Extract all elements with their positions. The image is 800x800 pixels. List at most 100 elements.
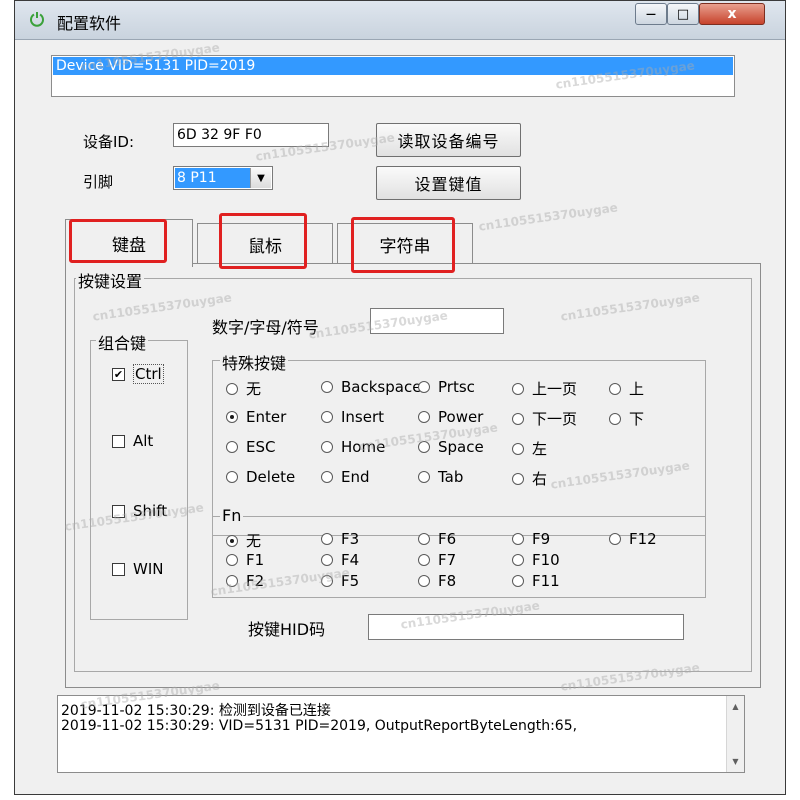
radio-insert[interactable]: Insert (321, 408, 384, 426)
radio-down[interactable]: 下 (609, 408, 644, 429)
checkbox-box (112, 434, 125, 448)
checkbox-ctrl[interactable]: ✔ Ctrl (112, 364, 164, 384)
checkbox-shift[interactable]: Shift (112, 502, 167, 520)
radio-fn-none[interactable]: 无 (226, 530, 261, 551)
log-line: 2019-11-02 15:30:29: 检测到设备已连接 (61, 703, 331, 719)
special-keys-label: 特殊按键 (220, 350, 289, 374)
radio-f6-label: F6 (438, 530, 457, 548)
read-device-button[interactable]: 读取设备编号 (376, 123, 521, 157)
radio-enter[interactable]: Enter (226, 408, 286, 426)
radio-circle (418, 554, 430, 566)
radio-delete[interactable]: Delete (226, 468, 295, 486)
radio-power-label: Power (438, 408, 484, 426)
radio-enter-label: Enter (246, 408, 287, 426)
radio-f1[interactable]: F1 (226, 551, 264, 569)
minimize-button[interactable]: — (635, 3, 667, 25)
radio-f4[interactable]: F4 (321, 551, 359, 569)
radio-esc[interactable]: ESC (226, 438, 275, 456)
radio-backspace[interactable]: Backspace (321, 378, 421, 396)
radio-f8[interactable]: F8 (418, 572, 456, 590)
radio-circle (226, 471, 238, 483)
device-list-item[interactable]: Device VID=5131 PID=2019 (53, 57, 733, 75)
checkbox-box (112, 504, 125, 518)
radio-f11[interactable]: F11 (512, 572, 560, 590)
radio-f10[interactable]: F10 (512, 551, 560, 569)
radio-circle (418, 533, 430, 545)
radio-circle (226, 382, 238, 395)
radio-circle (226, 575, 238, 587)
radio-end[interactable]: End (321, 468, 370, 486)
radio-esc-label: ESC (246, 438, 276, 456)
hid-code-input[interactable] (368, 614, 684, 640)
radio-f12-label: F12 (629, 530, 657, 548)
power-icon (30, 12, 44, 27)
key-settings-label: 按键设置 (76, 268, 145, 292)
radio-circle (226, 534, 238, 547)
radio-space[interactable]: Space (418, 438, 484, 456)
radio-tab[interactable]: Tab (418, 468, 463, 486)
maximize-button[interactable]: □ (667, 3, 699, 25)
radio-f9[interactable]: F9 (512, 530, 550, 548)
radio-home[interactable]: Home (321, 438, 385, 456)
client-area: Device VID=5131 PID=2019 设备ID: 6D 32 9F … (21, 41, 779, 791)
radio-f1-label: F1 (246, 551, 265, 569)
radio-up[interactable]: 上 (609, 378, 644, 399)
radio-page-down[interactable]: 下一页 (512, 408, 577, 429)
radio-circle (321, 575, 333, 587)
radio-f12[interactable]: F12 (609, 530, 657, 548)
pin-select[interactable]: 8 P11 ▼ (173, 166, 273, 190)
device-id-input[interactable]: 6D 32 9F F0 (173, 123, 329, 147)
checkbox-win[interactable]: WIN (112, 560, 163, 578)
fn-keys-group (212, 516, 706, 598)
radio-tab-label: Tab (438, 468, 464, 486)
radio-f6[interactable]: F6 (418, 530, 456, 548)
radio-circle (512, 472, 524, 485)
radio-circle (512, 575, 524, 587)
radio-f10-label: F10 (532, 551, 560, 569)
radio-circle (512, 412, 524, 425)
radio-page-up[interactable]: 上一页 (512, 378, 577, 399)
radio-circle (226, 554, 238, 566)
set-key-button[interactable]: 设置键值 (376, 166, 521, 200)
radio-circle (321, 411, 333, 423)
radio-circle (321, 554, 333, 566)
checkbox-ctrl-label: Ctrl (133, 364, 164, 384)
char-input[interactable] (370, 308, 504, 334)
device-id-label: 设备ID: (83, 133, 135, 151)
radio-f5-label: F5 (341, 572, 360, 590)
checkbox-alt[interactable]: Alt (112, 432, 153, 450)
highlight-box-keyboard (69, 219, 167, 263)
radio-f7[interactable]: F7 (418, 551, 456, 569)
radio-page-down-label: 下一页 (532, 410, 578, 428)
device-list[interactable]: Device VID=5131 PID=2019 (51, 55, 735, 97)
radio-f8-label: F8 (438, 572, 457, 590)
radio-f7-label: F7 (438, 551, 457, 569)
radio-power[interactable]: Power (418, 408, 483, 426)
chevron-down-icon[interactable]: ▼ (250, 168, 271, 188)
window-title: 配置软件 (57, 14, 122, 33)
pin-select-value: 8 P11 (175, 168, 251, 188)
radio-f5[interactable]: F5 (321, 572, 359, 590)
radio-circle (418, 575, 430, 587)
close-button[interactable]: x (699, 3, 765, 25)
radio-f11-label: F11 (532, 572, 560, 590)
radio-circle (418, 441, 430, 453)
hid-code-label: 按键HID码 (248, 620, 326, 639)
checkbox-win-label: WIN (133, 560, 164, 578)
radio-down-label: 下 (629, 410, 645, 428)
radio-page-up-label: 上一页 (532, 380, 578, 398)
radio-circle (226, 441, 238, 453)
radio-prtsc-label: Prtsc (438, 378, 475, 396)
radio-f2[interactable]: F2 (226, 572, 264, 590)
radio-prtsc[interactable]: Prtsc (418, 378, 475, 396)
scroll-up-icon[interactable]: ▲ (727, 698, 744, 715)
radio-right[interactable]: 右 (512, 468, 547, 489)
log-panel[interactable]: 2019-11-02 15:30:29: 检测到设备已连接 2019-11-02… (57, 695, 745, 773)
radio-f3[interactable]: F3 (321, 530, 359, 548)
scroll-down-icon[interactable]: ▼ (727, 753, 744, 770)
radio-left[interactable]: 左 (512, 438, 547, 459)
radio-none[interactable]: 无 (226, 378, 261, 399)
radio-f9-label: F9 (532, 530, 551, 548)
highlight-box-string (351, 217, 455, 273)
log-scrollbar[interactable]: ▲ ▼ (726, 696, 744, 772)
